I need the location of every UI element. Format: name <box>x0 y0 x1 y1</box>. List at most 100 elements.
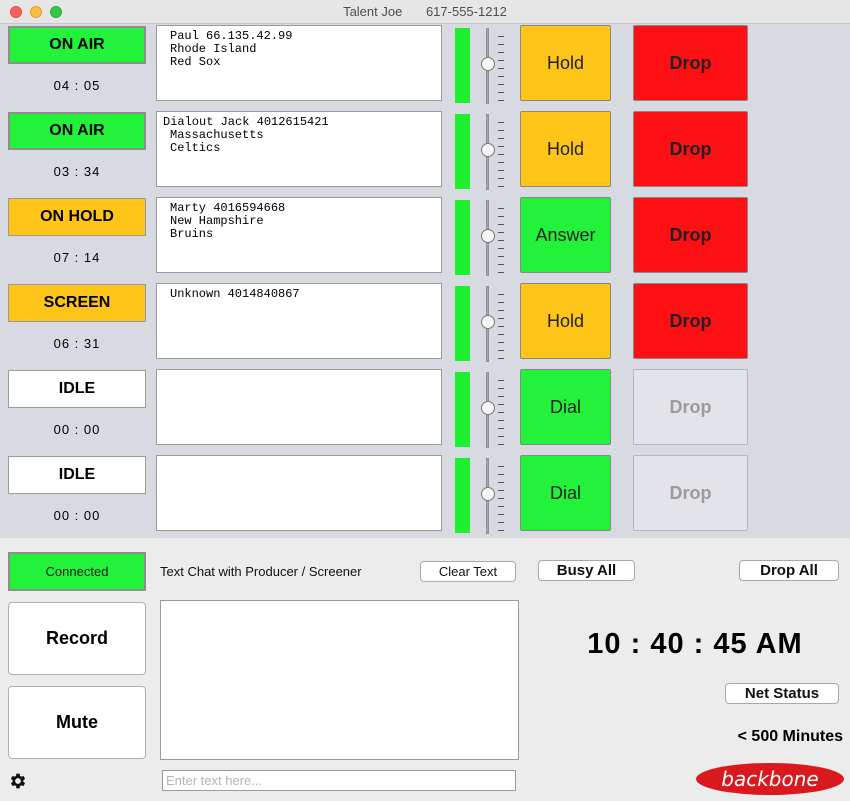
dial-button[interactable]: Dial <box>520 455 611 531</box>
minutes-remaining: < 500 Minutes <box>737 728 843 745</box>
slider-tick <box>498 52 504 53</box>
line-status: ON AIR <box>8 26 146 64</box>
phone-line-2: ON AIR 03 : 34 Dialout Jack 4012615421 Mass… <box>0 110 850 196</box>
slider-tick <box>498 294 504 295</box>
line-timer: 07 : 14 <box>53 250 101 265</box>
chat-history[interactable] <box>160 600 519 760</box>
volume-slider[interactable] <box>478 200 508 276</box>
slider-tick <box>498 498 504 499</box>
slider-tick <box>498 248 504 249</box>
volume-slider[interactable] <box>478 458 508 534</box>
dial-button[interactable]: Dial <box>520 369 611 445</box>
slider-tick <box>498 224 504 225</box>
caller-info-line: Celtics <box>170 141 221 155</box>
chat-input[interactable] <box>162 770 516 791</box>
slider-tick <box>498 60 504 61</box>
drop-button[interactable]: Drop <box>633 111 748 187</box>
slider-tick <box>498 326 504 327</box>
slider-tick <box>498 302 504 303</box>
audio-level-meter <box>455 286 470 361</box>
caller-info[interactable] <box>156 455 442 531</box>
slider-tick <box>498 272 504 273</box>
slider-tick <box>498 240 504 241</box>
slider-tick <box>498 76 504 77</box>
slider-knob[interactable] <box>481 143 495 157</box>
caller-info-line: Red Sox <box>170 55 221 69</box>
busy-all-button[interactable]: Busy All <box>538 560 635 581</box>
line-timer: 03 : 34 <box>53 164 101 179</box>
phone-lines-panel: ON AIR 04 : 05 Paul 66.135.42.99 Rhode Isla… <box>0 24 850 538</box>
slider-knob[interactable] <box>481 401 495 415</box>
clear-text-button[interactable]: Clear Text <box>420 561 516 582</box>
slider-tick <box>498 84 504 85</box>
gear-icon[interactable] <box>8 771 28 791</box>
phone-line-3: ON HOLD 07 : 14 Marty 4016594668 New Hampsh… <box>0 196 850 282</box>
net-status-button[interactable]: Net Status <box>725 683 839 704</box>
line-status: ON AIR <box>8 112 146 150</box>
slider-tick <box>498 342 504 343</box>
window-title-phone: 617-555-1212 <box>425 4 507 19</box>
slider-tick <box>498 350 504 351</box>
slider-tick <box>498 514 504 515</box>
line-timer: 00 : 00 <box>53 508 101 523</box>
slider-tick <box>498 388 504 389</box>
volume-slider[interactable] <box>478 372 508 448</box>
phone-line-4: SCREEN 06 : 31 Unknown 4014840867 Hold Drop <box>0 282 850 368</box>
slider-tick <box>498 412 504 413</box>
slider-knob[interactable] <box>481 229 495 243</box>
volume-slider[interactable] <box>478 114 508 190</box>
mute-button[interactable]: Mute <box>8 686 146 759</box>
drop-button[interactable]: Drop <box>633 25 748 101</box>
drop-button[interactable]: Drop <box>633 283 748 359</box>
slider-tick <box>498 44 504 45</box>
record-button[interactable]: Record <box>8 602 146 675</box>
slider-tick <box>498 68 504 69</box>
slider-knob[interactable] <box>481 57 495 71</box>
caller-info[interactable]: Paul 66.135.42.99 Rhode Island Red Sox <box>156 25 442 101</box>
slider-knob[interactable] <box>481 315 495 329</box>
slider-tick <box>498 208 504 209</box>
slider-tick <box>498 474 504 475</box>
caller-info[interactable] <box>156 369 442 445</box>
slider-tick <box>498 256 504 257</box>
audio-level-meter <box>455 28 470 103</box>
slider-tick <box>498 506 504 507</box>
drop-all-button[interactable]: Drop All <box>739 560 839 581</box>
slider-tick <box>498 264 504 265</box>
slider-tick <box>498 36 504 37</box>
hold-button[interactable]: Hold <box>520 111 611 187</box>
line-status: IDLE <box>8 370 146 408</box>
line-timer: 04 : 05 <box>53 78 101 93</box>
window-title: Talent Joe 617-555-1212 <box>0 4 850 19</box>
slider-tick <box>498 146 504 147</box>
hold-button[interactable]: Hold <box>520 283 611 359</box>
line-timer: 00 : 00 <box>53 422 101 437</box>
drop-button: Drop <box>633 369 748 445</box>
connection-status: Connected <box>8 552 146 591</box>
drop-button[interactable]: Drop <box>633 197 748 273</box>
caller-info[interactable]: Marty 4016594668 New Hampshire Bruins <box>156 197 442 273</box>
slider-tick <box>498 310 504 311</box>
volume-slider[interactable] <box>478 28 508 104</box>
slider-tick <box>498 436 504 437</box>
caller-info[interactable]: Dialout Jack 4012615421 Massachusetts Celt… <box>156 111 442 187</box>
answer-button[interactable]: Answer <box>520 197 611 273</box>
slider-tick <box>498 444 504 445</box>
hold-button[interactable]: Hold <box>520 25 611 101</box>
line-status: ON HOLD <box>8 198 146 236</box>
slider-tick <box>498 122 504 123</box>
slider-tick <box>498 232 504 233</box>
line-status: IDLE <box>8 456 146 494</box>
slider-tick <box>498 216 504 217</box>
slider-knob[interactable] <box>481 487 495 501</box>
caller-info[interactable]: Unknown 4014840867 <box>156 283 442 359</box>
audio-level-meter <box>455 458 470 533</box>
backbone-logo: backbone <box>696 763 844 795</box>
volume-slider[interactable] <box>478 286 508 362</box>
slider-tick <box>498 130 504 131</box>
slider-tick <box>498 186 504 187</box>
title-bar: Talent Joe 617-555-1212 <box>0 0 850 24</box>
slider-tick <box>498 138 504 139</box>
slider-tick <box>498 100 504 101</box>
audio-level-meter <box>455 200 470 275</box>
